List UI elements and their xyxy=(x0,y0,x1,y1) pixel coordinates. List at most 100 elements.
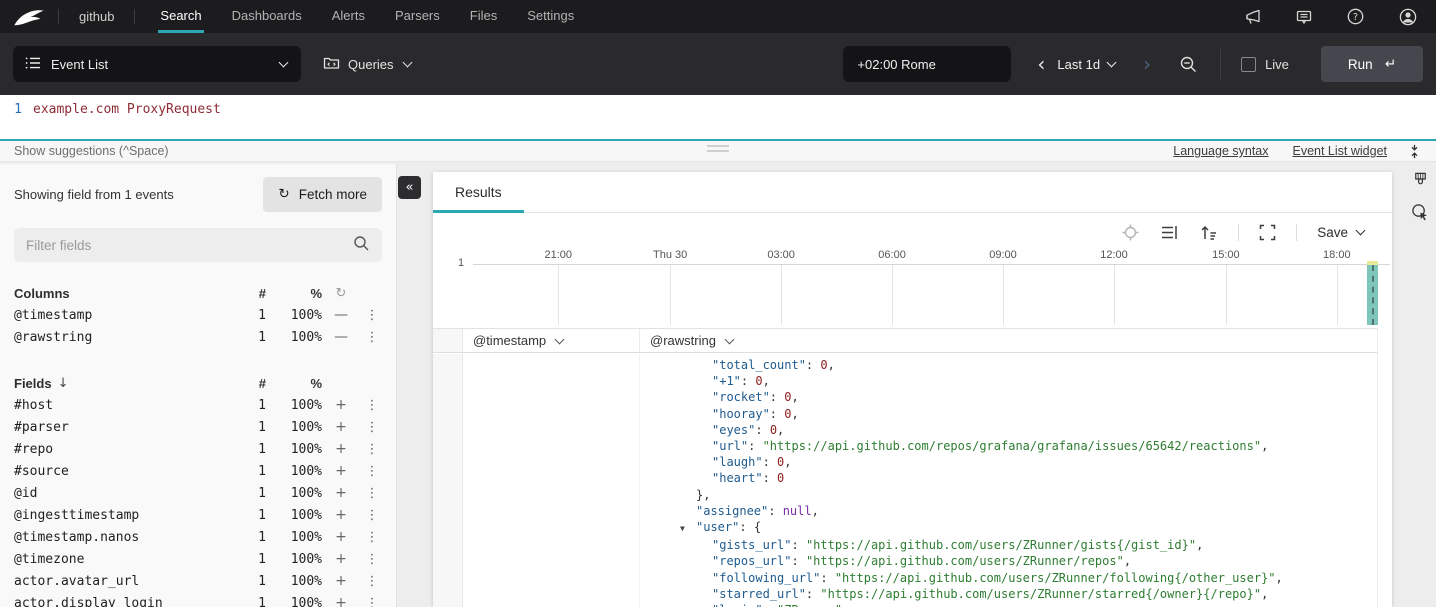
language-syntax-link[interactable]: Language syntax xyxy=(1173,144,1268,158)
gridline xyxy=(670,265,671,325)
live-toggle[interactable]: Live xyxy=(1241,57,1289,72)
repository-name[interactable]: github xyxy=(59,9,134,24)
lamp-icon[interactable] xyxy=(1412,170,1429,188)
queries-menu[interactable]: Queries xyxy=(323,55,413,73)
event-list-widget-link[interactable]: Event List widget xyxy=(1293,144,1388,158)
add-column-icon[interactable]: + xyxy=(322,485,360,501)
x-tick-label: Thu 30 xyxy=(653,249,687,261)
field-row[interactable]: @timezone1100%+⋮ xyxy=(0,548,396,570)
remove-column-icon[interactable]: — xyxy=(322,329,360,345)
row-menu-icon[interactable]: ⋮ xyxy=(360,574,384,589)
row-menu-icon[interactable]: ⋮ xyxy=(360,398,384,413)
field-count: 1 xyxy=(222,330,266,345)
field-row[interactable]: @id1100%+⋮ xyxy=(0,482,396,504)
add-column-icon[interactable]: + xyxy=(322,507,360,523)
fields-title: Fields xyxy=(14,376,52,391)
field-name: @ingesttimestamp xyxy=(14,508,222,523)
add-column-icon[interactable]: + xyxy=(322,397,360,413)
divider xyxy=(1296,224,1297,241)
live-checkbox[interactable] xyxy=(1241,57,1256,72)
x-tick-label: 12:00 xyxy=(1100,249,1128,261)
row-menu-icon[interactable]: ⋮ xyxy=(360,308,384,323)
row-menu-icon[interactable]: ⋮ xyxy=(360,486,384,501)
field-row[interactable]: @timestamp.nanos1100%+⋮ xyxy=(0,526,396,548)
timezone-selector[interactable]: +02:00 Rome xyxy=(843,46,1011,82)
add-column-icon[interactable]: + xyxy=(322,419,360,435)
field-row[interactable]: #source1100%+⋮ xyxy=(0,460,396,482)
add-column-icon[interactable]: + xyxy=(322,463,360,479)
editor-resize-handle[interactable] xyxy=(707,145,729,155)
field-percent: 100% xyxy=(266,596,322,607)
row-menu-icon[interactable]: ⋮ xyxy=(360,552,384,567)
nav-item-alerts[interactable]: Alerts xyxy=(317,0,380,33)
field-row[interactable]: #parser1100%+⋮ xyxy=(0,416,396,438)
field-row[interactable]: actor.avatar_url1100%+⋮ xyxy=(0,570,396,592)
add-column-icon[interactable]: + xyxy=(322,529,360,545)
nav-item-search[interactable]: Search xyxy=(145,0,216,33)
filter-fields-box[interactable] xyxy=(14,228,382,262)
add-column-icon[interactable]: + xyxy=(322,551,360,567)
results-scrollbar[interactable] xyxy=(1377,328,1392,607)
query-text[interactable]: example.com ProxyRequest xyxy=(33,102,221,117)
field-row[interactable]: #host1100%+⋮ xyxy=(0,394,396,416)
timestamp-cell xyxy=(463,354,640,607)
save-dropdown[interactable]: Save xyxy=(1317,225,1366,240)
time-forward-button[interactable]: › xyxy=(1131,52,1163,76)
collapse-expander-icon[interactable]: ▼ xyxy=(680,521,696,537)
row-menu-icon[interactable]: ⋮ xyxy=(360,596,384,607)
nav-item-dashboards[interactable]: Dashboards xyxy=(217,0,317,33)
view-selector-dropdown[interactable]: Event List xyxy=(13,46,301,82)
rawstring-column-header[interactable]: @rawstring xyxy=(640,329,1377,352)
event-timeline-chart[interactable]: 1 21:00Thu 3003:0006:0009:0012:0015:0018… xyxy=(473,249,1390,325)
json-line: "starred_url": "https://api.github.com/u… xyxy=(640,586,1377,602)
remove-column-icon[interactable]: — xyxy=(322,307,360,323)
collapse-vertical-icon[interactable] xyxy=(1407,143,1422,160)
time-range-dropdown[interactable]: Last 1d xyxy=(1057,57,1117,72)
field-row[interactable]: @timestamp1100%—⋮ xyxy=(0,304,396,326)
row-menu-icon[interactable]: ⋮ xyxy=(360,508,384,523)
divider xyxy=(1220,49,1221,79)
feedback-icon[interactable] xyxy=(1295,8,1313,26)
wrap-lines-icon[interactable] xyxy=(1160,224,1179,241)
inspect-click-icon[interactable] xyxy=(1411,203,1429,221)
falcon-logo[interactable] xyxy=(0,6,58,28)
tab-results[interactable]: Results xyxy=(433,172,524,212)
run-button[interactable]: Run ↵ xyxy=(1321,46,1423,82)
chevron-down-icon xyxy=(1356,226,1366,236)
field-row[interactable]: actor.display_login1100%+⋮ xyxy=(0,592,396,607)
filter-fields-input[interactable] xyxy=(26,238,353,253)
histogram-bar[interactable] xyxy=(1367,261,1378,325)
field-row[interactable]: #repo1100%+⋮ xyxy=(0,438,396,460)
announcements-icon[interactable] xyxy=(1244,8,1262,26)
results-tabs: Results xyxy=(433,172,1392,213)
sync-columns-icon[interactable]: ↻ xyxy=(322,286,360,301)
row-menu-icon[interactable]: ⋮ xyxy=(360,464,384,479)
nav-item-settings[interactable]: Settings xyxy=(512,0,589,33)
fetch-more-button[interactable]: ↻ Fetch more xyxy=(263,177,382,212)
time-back-button[interactable]: ‹ xyxy=(1025,52,1057,76)
add-column-icon[interactable]: + xyxy=(322,595,360,607)
row-menu-icon[interactable]: ⋮ xyxy=(360,442,384,457)
sort-descending-icon[interactable]: ↓ xyxy=(58,376,69,391)
timestamp-column-header[interactable]: @timestamp xyxy=(463,329,640,352)
row-menu-icon[interactable]: ⋮ xyxy=(360,420,384,435)
json-line: "repos_url": "https://api.github.com/use… xyxy=(640,553,1377,569)
query-editor[interactable]: 1 example.com ProxyRequest xyxy=(0,95,1436,141)
add-column-icon[interactable]: + xyxy=(322,573,360,589)
nav-item-parsers[interactable]: Parsers xyxy=(380,0,455,33)
collapse-sidebar-button[interactable]: « xyxy=(398,176,421,199)
field-row[interactable]: @ingesttimestamp1100%+⋮ xyxy=(0,504,396,526)
row-menu-icon[interactable]: ⋮ xyxy=(360,330,384,345)
json-line: "total_count": 0, xyxy=(640,357,1377,373)
user-avatar-icon[interactable] xyxy=(1398,7,1418,27)
nav-item-files[interactable]: Files xyxy=(455,0,512,33)
sort-order-icon[interactable] xyxy=(1199,224,1218,241)
field-row[interactable]: @rawstring1100%—⋮ xyxy=(0,326,396,348)
fullscreen-icon[interactable] xyxy=(1259,224,1276,241)
row-menu-icon[interactable]: ⋮ xyxy=(360,530,384,545)
help-icon[interactable]: ? xyxy=(1346,7,1365,26)
add-column-icon[interactable]: + xyxy=(322,441,360,457)
crosshair-icon[interactable] xyxy=(1121,223,1140,242)
zoom-out-icon[interactable] xyxy=(1179,55,1198,74)
chevron-down-icon xyxy=(279,58,289,68)
